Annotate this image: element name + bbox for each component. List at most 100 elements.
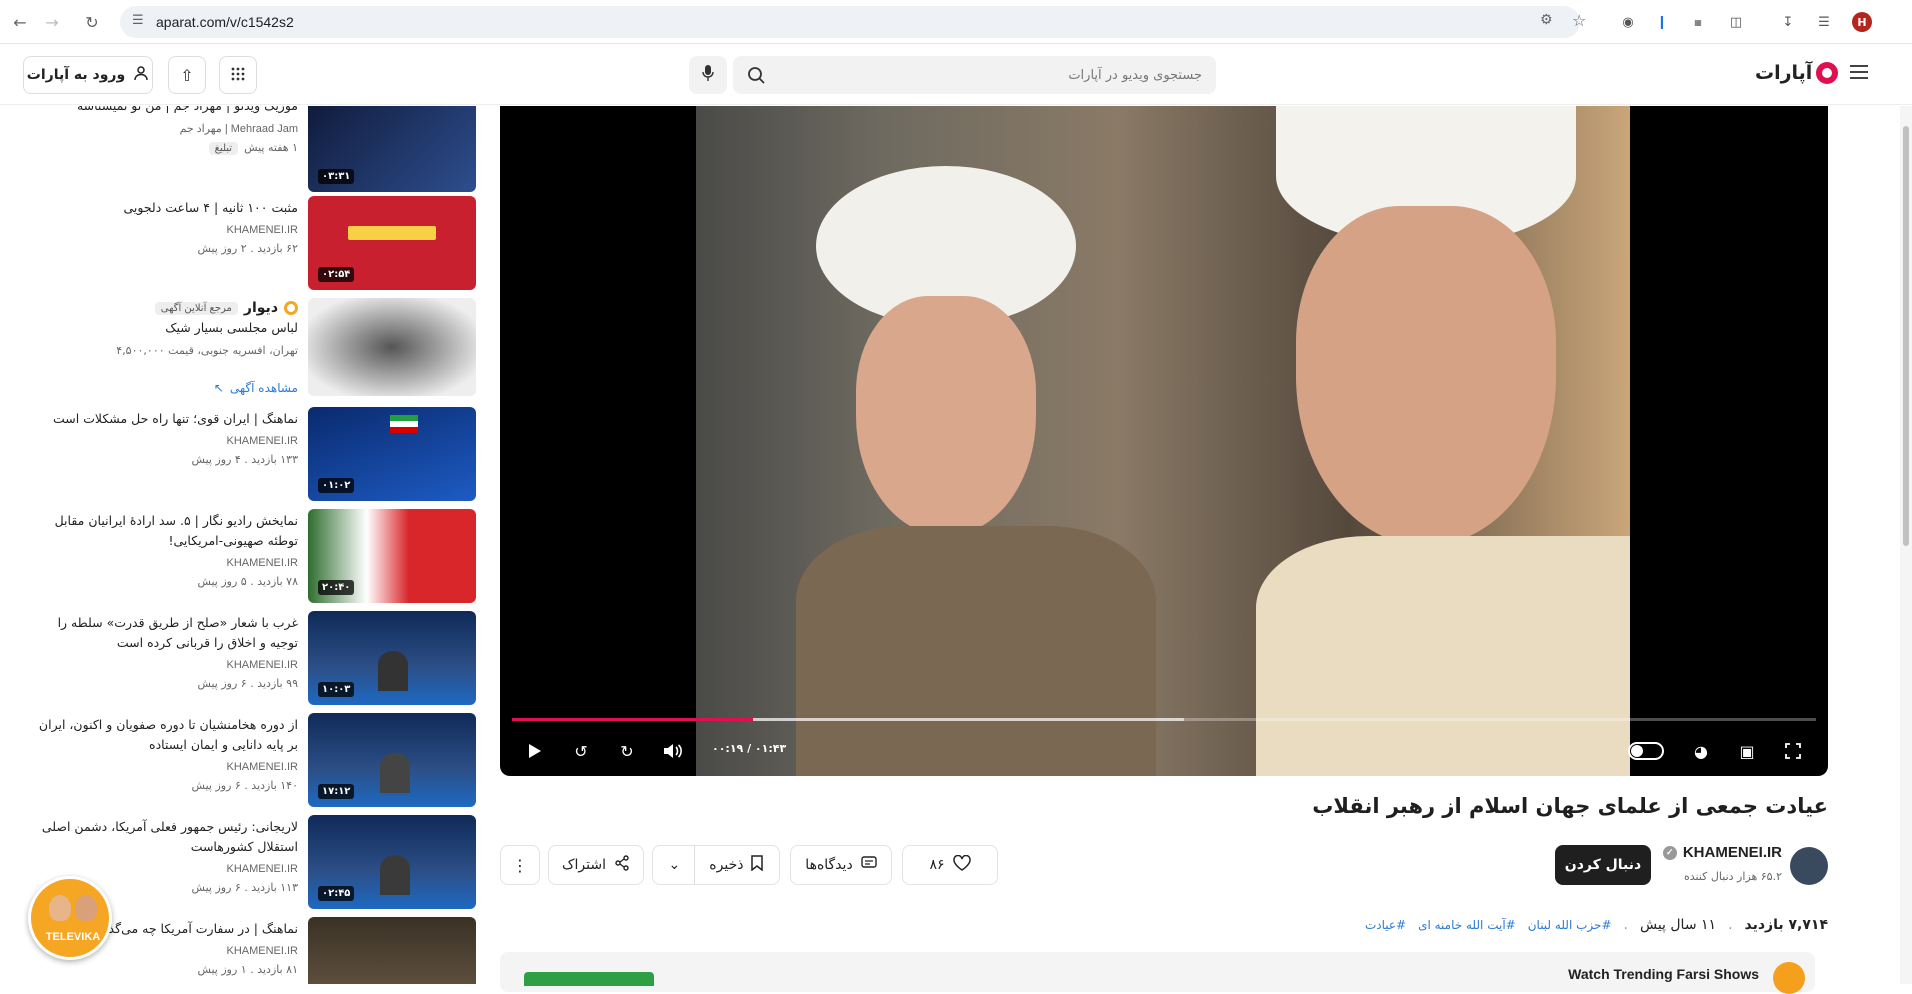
video-thumbnail[interactable]: ۰۲:۵۴ <box>308 196 476 290</box>
page-scrollbar[interactable] <box>1900 106 1912 984</box>
video-title[interactable]: از دوره هخامنشیان تا دوره صفویان و اکنون… <box>28 715 298 755</box>
channel-name[interactable]: KHAMENEI.IR <box>28 224 298 236</box>
video-meta: ۱۳۳ بازدید . ۴ روز پیش <box>191 453 298 466</box>
cast-icon: ▣ <box>1739 741 1755 761</box>
media-queue-icon[interactable]: ☰ <box>1812 10 1836 34</box>
volume-button[interactable] <box>660 738 686 764</box>
video-title[interactable]: لاریجانی: رئیس جمهور فعلی آمریکا، دشمن ا… <box>28 817 298 857</box>
scrollbar-thumb[interactable] <box>1903 126 1909 546</box>
autoplay-toggle[interactable] <box>1626 738 1666 764</box>
hashtag-link[interactable]: #عیادت <box>1365 918 1406 932</box>
follow-button[interactable]: دنبال کردن <box>1555 845 1651 885</box>
search-input[interactable]: جستجوی ویدیو در آپارات <box>733 56 1216 94</box>
host-face-left <box>49 895 71 921</box>
address-bar[interactable]: ☰ aparat.com/v/c1542s2 ⚙ ☆ <box>120 6 1586 38</box>
menu-icon[interactable] <box>1850 65 1868 79</box>
comments-button[interactable]: دیدگاه‌ها <box>790 845 892 885</box>
chevron-down-icon[interactable]: ⌄ <box>669 857 681 873</box>
back-icon[interactable]: ← <box>8 10 32 34</box>
host-face-right <box>75 895 97 921</box>
verified-icon: ✓ <box>1662 845 1677 860</box>
channel-link[interactable]: ✓ KHAMENEI.IR <box>1662 844 1782 861</box>
channel-name[interactable]: KHAMENEI.IR <box>28 557 298 569</box>
comments-label: دیدگاه‌ها <box>805 857 853 873</box>
channel-name[interactable]: KHAMENEI.IR <box>28 863 298 875</box>
translate-icon[interactable]: ⚙ <box>1540 12 1553 28</box>
profile-avatar[interactable]: H <box>1852 12 1872 32</box>
video-player[interactable]: ↺ ↻ ۰۰:۱۹ / ۰۱:۴۳ ◕ ▣ <box>500 106 1828 776</box>
like-button[interactable]: ۸۶ <box>902 845 998 885</box>
view-ad-link[interactable]: ↖ مشاهده آگهی <box>28 381 298 395</box>
video-thumbnail[interactable]: ۱۷:۱۲ <box>308 713 476 807</box>
televika-floating-badge[interactable]: TELEVIKA <box>28 876 112 960</box>
site-info-icon[interactable]: ☰ <box>132 13 144 28</box>
rewind-button[interactable]: ↺ <box>568 738 594 764</box>
cast-button[interactable]: ▣ <box>1734 738 1760 764</box>
duration-badge: ۰۲:۵۴ <box>318 267 355 282</box>
bookmark-star-icon[interactable]: ☆ <box>1572 11 1586 30</box>
video-title[interactable]: نمایخش رادیو نگار | ۵. سد ارادهٔ ایرانیا… <box>28 511 298 551</box>
duration-badge: ۰۳:۳۱ <box>318 169 355 184</box>
promo-banner[interactable]: Watch Trending Farsi Shows <box>500 952 1815 994</box>
speaker-figure <box>378 651 408 691</box>
extensions-puzzle-icon[interactable]: ◫ <box>1724 10 1748 34</box>
list-item[interactable]: ۱۰:۰۳ غرب با شعار «صلح از طریق قدرت» سلط… <box>0 611 480 707</box>
login-button[interactable]: ورود به آپارات <box>23 56 153 94</box>
channel-avatar[interactable] <box>1790 847 1828 885</box>
save-divider <box>694 845 696 885</box>
duration-badge: ۱۰:۰۳ <box>318 682 355 697</box>
video-thumbnail[interactable]: ۰۱:۰۲ <box>308 407 476 501</box>
forward-button[interactable]: ↻ <box>614 738 640 764</box>
extension-icon-2[interactable]: ❙ <box>1650 10 1674 34</box>
voice-search-button[interactable] <box>689 56 727 94</box>
hashtag-list: #حزب الله لبنان #آیت الله خامنه ای #عیاد… <box>1365 918 1612 932</box>
list-item[interactable]: ۰۲:۵۴ مثبت ۱۰۰ ثانیه | ۴ ساعت دلجویی KHA… <box>0 196 480 292</box>
extension-icon-3[interactable]: ▦ <box>1686 10 1710 34</box>
video-thumbnail[interactable]: ۰۳:۳۱ <box>308 106 476 192</box>
progress-bar[interactable] <box>512 718 1816 721</box>
video-thumbnail[interactable]: ۲۰:۴۰ <box>308 509 476 603</box>
hashtag-link[interactable]: #آیت الله خامنه ای <box>1418 918 1516 932</box>
fullscreen-button[interactable] <box>1780 738 1806 764</box>
upload-button[interactable]: ⇧ <box>168 56 206 94</box>
video-title[interactable]: موزیک ویدئو | مهراد جم | من تو نمیشناسه <box>28 106 298 116</box>
channel-name[interactable]: KHAMENEI.IR <box>28 659 298 671</box>
forward-icon[interactable]: → <box>40 10 64 34</box>
video-title[interactable]: غرب با شعار «صلح از طریق قدرت» سلطه را ت… <box>28 613 298 653</box>
hashtag-link[interactable]: #حزب الله لبنان <box>1528 918 1612 932</box>
download-icon[interactable]: ↧ <box>1776 10 1800 34</box>
search-icon[interactable] <box>747 66 765 88</box>
extension-icon-1[interactable]: ◉ <box>1616 10 1640 34</box>
video-meta: ۹۹ بازدید . ۶ روز پیش <box>197 677 298 690</box>
speaker-figure <box>380 753 410 793</box>
ad-title[interactable]: لباس مجلسی بسیار شیک <box>28 318 298 338</box>
subscriber-count: ۶۵.۲ هزار دنبال کننده <box>1684 870 1782 883</box>
channel-name[interactable]: KHAMENEI.IR <box>28 435 298 447</box>
list-item[interactable]: ۲۰:۴۰ نمایخش رادیو نگار | ۵. سد ارادهٔ ا… <box>0 509 480 605</box>
reload-icon[interactable]: ↻ <box>80 10 104 34</box>
channel-name[interactable]: Mehraad Jam | مهراد جم <box>28 122 298 135</box>
list-item[interactable]: ۱۷:۱۲ از دوره هخامنشیان تا دوره صفویان و… <box>0 713 480 809</box>
video-thumbnail[interactable]: ۱۰:۰۳ <box>308 611 476 705</box>
face-left <box>856 296 1036 536</box>
video-title[interactable]: نماهنگ | ایران قوی؛ تنها راه حل مشکلات ا… <box>28 409 298 429</box>
more-options-button[interactable]: ⋮ <box>500 845 540 885</box>
played-bar <box>512 718 754 721</box>
list-item[interactable]: ۰۳:۳۱ موزیک ویدئو | مهراد جم | من تو نمی… <box>0 106 480 194</box>
apps-button[interactable] <box>219 56 257 94</box>
ad-thumbnail[interactable] <box>308 298 476 396</box>
login-label: ورود به آپارات <box>26 67 126 83</box>
aparat-logo[interactable]: آپارات <box>1755 62 1839 84</box>
ad-tag: تبلیغ <box>208 142 239 155</box>
list-item[interactable]: ۰۱:۰۲ نماهنگ | ایران قوی؛ تنها راه حل مش… <box>0 407 480 503</box>
save-button[interactable]: ذخیره ⌄ <box>652 845 780 885</box>
robe-right <box>1256 536 1630 776</box>
video-thumbnail[interactable] <box>308 917 476 984</box>
video-thumbnail[interactable]: ۰۲:۴۵ <box>308 815 476 909</box>
share-button[interactable]: اشتراک <box>548 845 644 885</box>
speed-button[interactable]: ◕ <box>1688 738 1714 764</box>
video-title[interactable]: مثبت ۱۰۰ ثانیه | ۴ ساعت دلجویی <box>28 198 298 218</box>
play-button[interactable] <box>522 738 548 764</box>
ad-item[interactable]: دیوار مرجع آنلاین آگهی لباس مجلسی بسیار … <box>0 298 480 408</box>
channel-name[interactable]: KHAMENEI.IR <box>28 761 298 773</box>
